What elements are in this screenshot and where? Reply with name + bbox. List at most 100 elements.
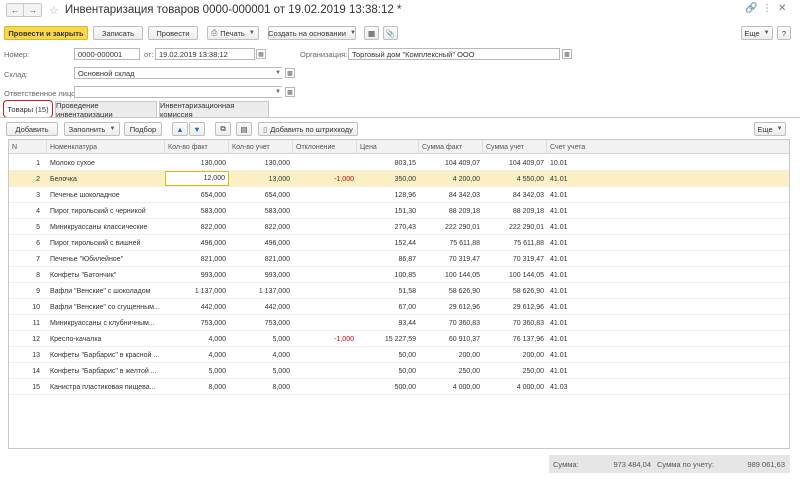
cell-fact-qty[interactable]: 1 137,000 (165, 283, 229, 299)
cell-sum-acct[interactable]: 104 409,07 (483, 155, 547, 171)
col-header-sum-fact[interactable]: Сумма факт (419, 140, 483, 154)
cell-sum-acct[interactable]: 4 550,00 (483, 171, 547, 187)
responsible-open-icon[interactable]: ▩ (285, 87, 295, 97)
cell-name[interactable]: Белочка (47, 171, 165, 187)
cell-fact-qty[interactable]: 822,000 (165, 219, 229, 235)
cell-name[interactable]: Вафли "Венские" со сгущенным... (47, 299, 165, 315)
responsible-field[interactable] (74, 86, 282, 98)
help-button[interactable]: ? (777, 26, 791, 40)
cell-price[interactable]: 350,00 (357, 171, 419, 187)
cell-fact-qty[interactable]: 993,000 (165, 267, 229, 283)
cell-n[interactable]: 2 (9, 171, 43, 187)
cell-n[interactable]: 14 (9, 363, 43, 379)
cell-deviation[interactable]: -1,000 (293, 171, 357, 187)
cell-deviation[interactable] (293, 315, 357, 331)
cell-acct-qty[interactable]: 993,000 (229, 267, 293, 283)
cell-sum-fact[interactable]: 222 290,01 (419, 219, 483, 235)
table-row[interactable]: 7 Печенье "Юбилейное" 821,000 821,000 86,87 7… (9, 251, 789, 267)
cell-account[interactable]: 41.01 (547, 171, 607, 187)
cell-price[interactable]: 93,44 (357, 315, 419, 331)
date-field[interactable]: 19.02.2019 13:38:12 (155, 48, 255, 60)
goods-table[interactable]: N Номенклатура Кол-во факт Кол-во учет О… (8, 139, 790, 449)
cell-deviation[interactable] (293, 363, 357, 379)
move-up-icon[interactable]: ▲ (172, 122, 188, 136)
cell-n[interactable]: 8 (9, 267, 43, 283)
cell-name[interactable]: Печенье "Юбилейное" (47, 251, 165, 267)
more-button[interactable]: Еще ▼ (741, 26, 773, 40)
table-row[interactable]: 13 Конфеты "Барбарис" в красной ... 4,000 4… (9, 347, 789, 363)
tab-inventory-posting[interactable]: Проведение инвентаризации (55, 101, 157, 119)
cell-price[interactable]: 151,30 (357, 203, 419, 219)
cell-name[interactable]: Пирог тирольский с вишней (47, 235, 165, 251)
organization-field[interactable]: Торговый дом "Комплексный" ООО (348, 48, 560, 60)
col-header-sum-acct[interactable]: Сумма учет (483, 140, 547, 154)
cell-fact-qty[interactable]: 654,000 (165, 187, 229, 203)
cell-acct-qty[interactable]: 822,000 (229, 219, 293, 235)
table-row[interactable]: 1 Молоко сухое 130,000 130,000 803,15 104 409… (9, 155, 789, 171)
col-header-price[interactable]: Цена (357, 140, 419, 154)
table-row[interactable]: 14 Конфеты "Барбарис" в желтой ... 5,000 5,… (9, 363, 789, 379)
cell-n[interactable]: 13 (9, 347, 43, 363)
cell-sum-fact[interactable]: 250,00 (419, 363, 483, 379)
responsible-dropdown-icon[interactable]: ▼ (273, 87, 283, 97)
table-row[interactable]: 5 Миникруассаны классические 822,000 822,00… (9, 219, 789, 235)
cell-account[interactable]: 41.01 (547, 251, 607, 267)
cell-sum-acct[interactable]: 70 319,47 (483, 251, 547, 267)
cell-acct-qty[interactable]: 1 137,000 (229, 283, 293, 299)
cell-sum-acct[interactable]: 76 137,96 (483, 331, 547, 347)
close-icon[interactable]: ✕ (778, 3, 786, 14)
cell-n[interactable]: 7 (9, 251, 43, 267)
cell-sum-acct[interactable]: 70 360,83 (483, 315, 547, 331)
cell-account[interactable]: 41.01 (547, 347, 607, 363)
cell-deviation[interactable] (293, 347, 357, 363)
cell-account[interactable]: 41.01 (547, 267, 607, 283)
cell-sum-acct[interactable]: 84 342,03 (483, 187, 547, 203)
cell-sum-fact[interactable]: 200,00 (419, 347, 483, 363)
cell-sum-acct[interactable]: 4 000,00 (483, 379, 547, 395)
cell-n[interactable]: 15 (9, 379, 43, 395)
cell-price[interactable]: 50,00 (357, 363, 419, 379)
cell-sum-fact[interactable]: 70 360,83 (419, 315, 483, 331)
table-row[interactable]: 8 Конфеты "Батончик" 993,000 993,000 100,85 1… (9, 267, 789, 283)
cell-acct-qty[interactable]: 4,000 (229, 347, 293, 363)
cell-acct-qty[interactable]: 13,000 (229, 171, 293, 187)
cell-acct-qty[interactable]: 5,000 (229, 363, 293, 379)
cell-n[interactable]: 4 (9, 203, 43, 219)
cell-sum-fact[interactable]: 84 342,03 (419, 187, 483, 203)
save-button[interactable]: Записать (93, 26, 143, 40)
cell-fact-qty[interactable]: 4,000 (165, 331, 229, 347)
add-by-barcode-button[interactable]: ▯ Добавить по штрихкоду (258, 122, 358, 136)
warehouse-field[interactable]: Основной склад (74, 67, 282, 79)
cell-sum-fact[interactable]: 104 409,07 (419, 155, 483, 171)
add-button[interactable]: Добавить (6, 122, 58, 136)
cell-price[interactable]: 500,00 (357, 379, 419, 395)
tab-inventory-commission[interactable]: Инвентаризационная комиссия (159, 101, 269, 119)
attachment-icon[interactable]: 📎 (383, 26, 398, 40)
table-row[interactable]: 9 Вафли "Венские" с шоколадом 1 137,000 1 1… (9, 283, 789, 299)
cell-name[interactable]: Конфеты "Барбарис" в красной ... (47, 347, 165, 363)
cell-account[interactable]: 41.01 (547, 283, 607, 299)
cell-acct-qty[interactable]: 654,000 (229, 187, 293, 203)
forward-button[interactable]: → (24, 3, 42, 17)
cell-n[interactable]: 5 (9, 219, 43, 235)
cell-deviation[interactable] (293, 187, 357, 203)
cell-price[interactable]: 86,87 (357, 251, 419, 267)
cell-name[interactable]: Кресло-качалка (47, 331, 165, 347)
cell-sum-acct[interactable]: 29 612,96 (483, 299, 547, 315)
cell-account[interactable]: 41.01 (547, 235, 607, 251)
cell-n[interactable]: 11 (9, 315, 43, 331)
cell-sum-acct[interactable]: 100 144,05 (483, 267, 547, 283)
tab-goods[interactable]: Товары (15) (3, 100, 53, 118)
cell-acct-qty[interactable]: 130,000 (229, 155, 293, 171)
cell-name[interactable]: Пирог тирольский с черникой (47, 203, 165, 219)
cell-deviation[interactable] (293, 283, 357, 299)
cell-fact-qty[interactable]: 8,000 (165, 379, 229, 395)
cell-account[interactable]: 41.01 (547, 363, 607, 379)
table-row[interactable]: 10 Вафли "Венские" со сгущенным... 442,000… (9, 299, 789, 315)
fill-button[interactable]: Заполнить ▼ (64, 122, 120, 136)
number-field[interactable]: 0000-000001 (74, 48, 140, 60)
cell-n[interactable]: 1 (9, 155, 43, 171)
cell-acct-qty[interactable]: 496,000 (229, 235, 293, 251)
cell-deviation[interactable] (293, 267, 357, 283)
warehouse-dropdown-icon[interactable]: ▼ (273, 68, 283, 78)
